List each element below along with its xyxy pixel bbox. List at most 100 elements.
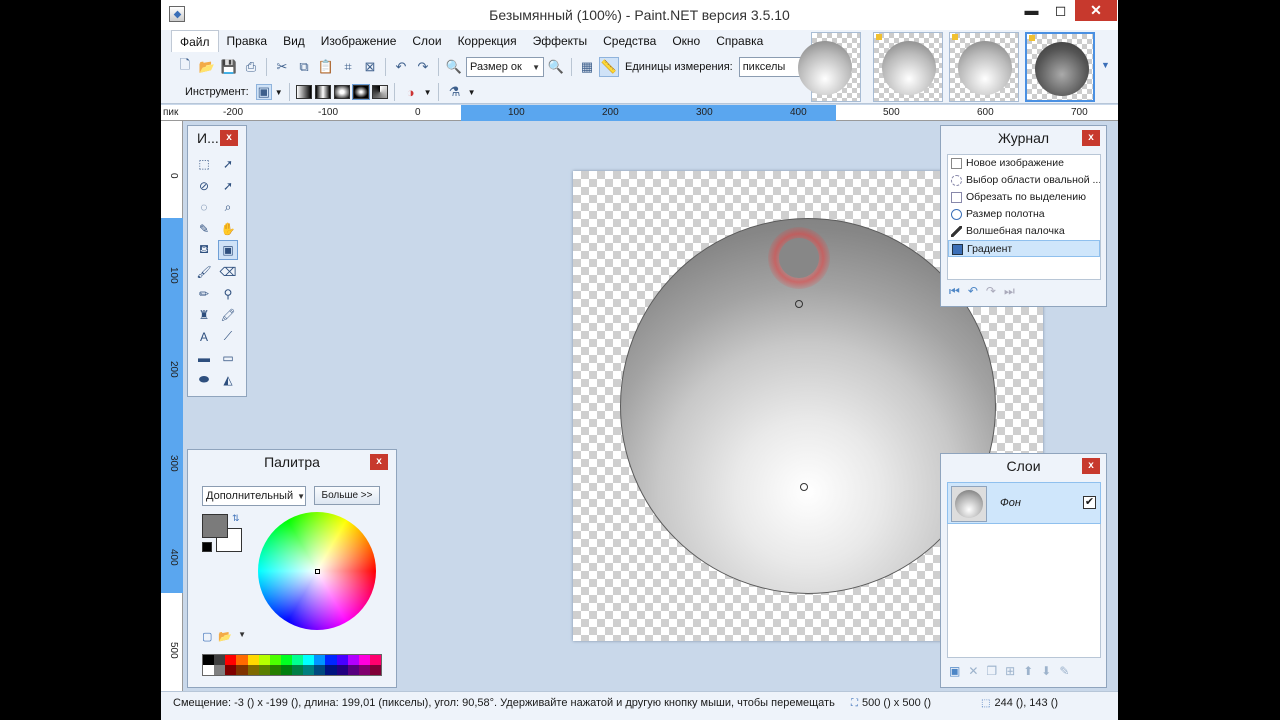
palette-folder-icon[interactable]: 📂: [218, 630, 232, 643]
move-selection-icon[interactable]: ➚: [218, 176, 238, 196]
rectangle-icon[interactable]: ▬: [194, 348, 214, 368]
close-icon[interactable]: x: [220, 130, 238, 146]
freeform-shape-icon[interactable]: ◭: [218, 370, 238, 390]
alpha-mode-icon[interactable]: ⚗: [445, 82, 465, 102]
history-item-selected[interactable]: Градиент: [948, 240, 1100, 257]
color-swatch[interactable]: [336, 655, 348, 665]
lasso-select-icon[interactable]: ⊘: [194, 176, 214, 196]
layer-row[interactable]: Фон ✔: [947, 482, 1101, 524]
history-item[interactable]: Размер полотна: [948, 206, 1100, 223]
color-swatch[interactable]: [358, 655, 370, 665]
color-swatch[interactable]: [269, 655, 281, 665]
menu-image[interactable]: Изображение: [313, 30, 405, 52]
image-tab[interactable]: [873, 32, 943, 102]
gradient-tool-icon[interactable]: ▣: [255, 84, 272, 100]
history-item[interactable]: Выбор области овальной ...: [948, 172, 1100, 189]
close-icon[interactable]: x: [1082, 130, 1100, 146]
menu-adjustments[interactable]: Коррекция: [450, 30, 525, 52]
rewind-icon[interactable]: ⏮: [949, 284, 960, 299]
color-picker-icon[interactable]: ⚲: [218, 284, 238, 304]
rounded-rectangle-icon[interactable]: ▭: [218, 348, 238, 368]
add-color-icon[interactable]: ▢: [202, 630, 212, 643]
add-layer-icon[interactable]: ▣: [949, 664, 960, 678]
zoom-out-icon[interactable]: 🔍: [444, 57, 464, 77]
color-swatch[interactable]: [236, 665, 248, 675]
paste-icon[interactable]: 📋: [316, 57, 336, 77]
color-swatch[interactable]: [303, 665, 315, 675]
menu-edit[interactable]: Правка: [219, 30, 276, 52]
menu-effects[interactable]: Эффекты: [525, 30, 596, 52]
color-swatch[interactable]: [314, 665, 326, 675]
color-swatch[interactable]: [247, 665, 259, 675]
color-swatch[interactable]: [280, 665, 292, 675]
fast-forward-icon[interactable]: ⏭: [1004, 284, 1015, 299]
color-swatch[interactable]: [303, 655, 315, 665]
color-swatch[interactable]: [336, 665, 348, 675]
color-swatch[interactable]: [214, 655, 226, 665]
color-swatch[interactable]: [247, 655, 259, 665]
delete-layer-icon[interactable]: ✕: [968, 664, 978, 678]
pencil-icon[interactable]: ✏: [194, 284, 214, 304]
undo-icon[interactable]: ↶: [391, 57, 411, 77]
chevron-down-icon[interactable]: ▼: [238, 630, 246, 643]
image-tab[interactable]: [798, 32, 861, 102]
move-selected-icon[interactable]: ➚: [218, 154, 238, 174]
zoom-icon[interactable]: ⌕: [218, 197, 238, 217]
crop-icon[interactable]: ⌗: [338, 57, 358, 77]
color-swatch[interactable]: [325, 655, 337, 665]
chevron-down-icon[interactable]: ▼: [468, 88, 476, 97]
menu-file[interactable]: Файл: [171, 30, 219, 52]
menu-tools[interactable]: Средства: [595, 30, 664, 52]
chevron-down-icon[interactable]: ▼: [424, 88, 432, 97]
color-swatch[interactable]: [280, 655, 292, 665]
reflected-gradient-icon[interactable]: [314, 85, 331, 99]
ellipse-icon[interactable]: ⬬: [194, 370, 214, 390]
image-tab-active[interactable]: [1025, 32, 1095, 102]
color-swatch[interactable]: [292, 655, 304, 665]
history-item[interactable]: Новое изображение: [948, 155, 1100, 172]
diamond-gradient-icon[interactable]: [333, 85, 350, 99]
color-swatch[interactable]: [258, 655, 270, 665]
move-layer-up-icon[interactable]: ⬆: [1023, 664, 1033, 678]
swap-colors-icon[interactable]: ⇅: [232, 513, 240, 524]
color-swatch[interactable]: [258, 665, 270, 675]
color-swatch[interactable]: [269, 665, 281, 675]
deselect-icon[interactable]: ⊠: [360, 57, 380, 77]
color-swatch[interactable]: [369, 665, 381, 675]
merge-layer-icon[interactable]: ⊞: [1005, 664, 1015, 678]
color-swatch[interactable]: [203, 665, 215, 675]
color-swatch[interactable]: [236, 655, 248, 665]
color-swatch[interactable]: [214, 665, 226, 675]
redo-icon[interactable]: ↷: [413, 57, 433, 77]
menu-help[interactable]: Справка: [708, 30, 771, 52]
open-icon[interactable]: 📂: [197, 57, 217, 77]
image-tab[interactable]: [949, 32, 1019, 102]
radial-gradient-icon[interactable]: [351, 84, 370, 100]
move-layer-down-icon[interactable]: ⬇: [1041, 664, 1051, 678]
tabs-scroll-icon[interactable]: ▼: [1101, 60, 1111, 70]
undo-icon[interactable]: ↶: [968, 284, 978, 299]
line-curve-icon[interactable]: ⟋: [218, 327, 238, 347]
text-icon[interactable]: A: [194, 327, 214, 347]
copy-icon[interactable]: ⧉: [294, 57, 314, 77]
color-wheel-marker[interactable]: [315, 569, 320, 574]
primary-color[interactable]: [202, 514, 228, 538]
palette-mode-combo[interactable]: Дополнительный ▼: [202, 486, 306, 506]
grid-icon[interactable]: ▦: [577, 57, 597, 77]
linear-gradient-icon[interactable]: [295, 85, 312, 99]
close-icon[interactable]: x: [1082, 458, 1100, 474]
magic-wand-icon[interactable]: ✎: [194, 219, 214, 239]
layer-visibility-checkbox[interactable]: ✔: [1083, 496, 1096, 509]
eraser-icon[interactable]: ⌫: [218, 262, 238, 282]
save-icon[interactable]: 💾: [219, 57, 239, 77]
menu-view[interactable]: Вид: [275, 30, 313, 52]
color-swatch[interactable]: [225, 665, 237, 675]
color-swatch[interactable]: [314, 655, 326, 665]
conical-gradient-icon[interactable]: [371, 85, 388, 99]
pan-icon[interactable]: ✋: [218, 219, 238, 239]
ellipse-select-icon[interactable]: ◌: [194, 197, 214, 217]
paintbrush-icon[interactable]: 🖌: [194, 262, 214, 282]
color-swatch[interactable]: [203, 655, 215, 665]
close-icon[interactable]: x: [370, 454, 388, 470]
gradient-end-handle[interactable]: [800, 483, 808, 491]
